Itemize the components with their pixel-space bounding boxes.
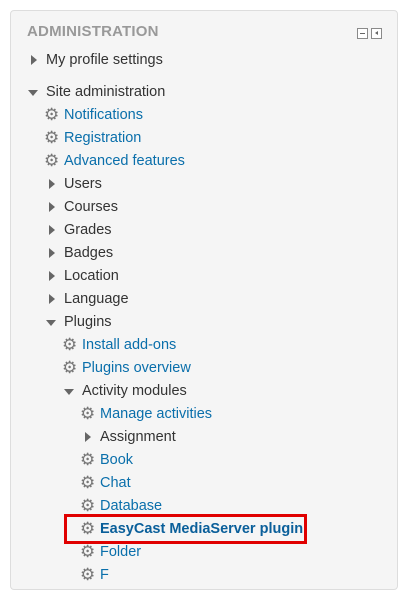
tree-item-label: Registration <box>64 130 142 146</box>
tree-item-label: Courses <box>64 199 118 215</box>
gear-icon: ⚙ <box>62 358 78 377</box>
tree-item-label: Plugins overview <box>82 360 191 376</box>
tree-item-label: Users <box>64 176 102 192</box>
dock-block-icon[interactable] <box>371 28 382 39</box>
gear-icon: ⚙ <box>80 565 96 584</box>
collapsed-arrow-icon <box>49 225 55 235</box>
tree-item-label: Folder <box>100 544 142 560</box>
tree-item-label: Install add-ons <box>82 337 177 353</box>
expanded-arrow-icon <box>28 90 38 96</box>
tree-item-label: Plugins <box>64 314 112 330</box>
tree-item-label: My profile settings <box>46 52 163 68</box>
tree-item-label: Manage activities <box>100 406 213 422</box>
tree-item-label: Book <box>100 452 134 468</box>
tree-item-label: F <box>100 567 109 583</box>
tree-item-label: Grades <box>64 222 112 238</box>
expanded-arrow-icon <box>46 320 56 326</box>
gear-icon: ⚙ <box>80 473 96 492</box>
tree-item-label: Notifications <box>64 107 143 123</box>
gear-icon: ⚙ <box>80 404 96 423</box>
collapsed-arrow-icon <box>49 271 55 281</box>
gear-icon: ⚙ <box>80 450 96 469</box>
tree-item-label: Badges <box>64 245 114 261</box>
tree-item-label: Assignment <box>100 429 176 445</box>
collapsed-arrow-icon <box>31 55 37 65</box>
block-title: ADMINISTRATION <box>27 23 159 40</box>
expanded-arrow-icon <box>64 389 74 395</box>
collapsed-arrow-icon <box>49 248 55 258</box>
tree-item-label: Chat <box>100 475 131 491</box>
tree-item-label: Language <box>64 291 129 307</box>
collapsed-arrow-icon <box>49 202 55 212</box>
hide-block-icon[interactable] <box>357 28 368 39</box>
collapsed-arrow-icon <box>85 432 91 442</box>
tree-item-label: EasyCast MediaServer plugin <box>100 521 304 537</box>
collapsed-arrow-icon <box>49 294 55 304</box>
tree-item-label: Database <box>100 498 163 514</box>
gear-icon: ⚙ <box>80 519 96 538</box>
tree-item-label: Location <box>64 268 119 284</box>
tree-item-label: Activity modules <box>82 383 187 399</box>
tree-item-label: Advanced features <box>64 153 185 169</box>
collapsed-arrow-icon <box>49 179 55 189</box>
gear-icon: ⚙ <box>80 542 96 561</box>
gear-icon: ⚙ <box>62 335 78 354</box>
gear-icon: ⚙ <box>44 105 60 124</box>
tree-item-label: Site administration <box>46 84 166 100</box>
gear-icon: ⚙ <box>44 151 60 170</box>
gear-icon: ⚙ <box>44 128 60 147</box>
gear-icon: ⚙ <box>80 496 96 515</box>
